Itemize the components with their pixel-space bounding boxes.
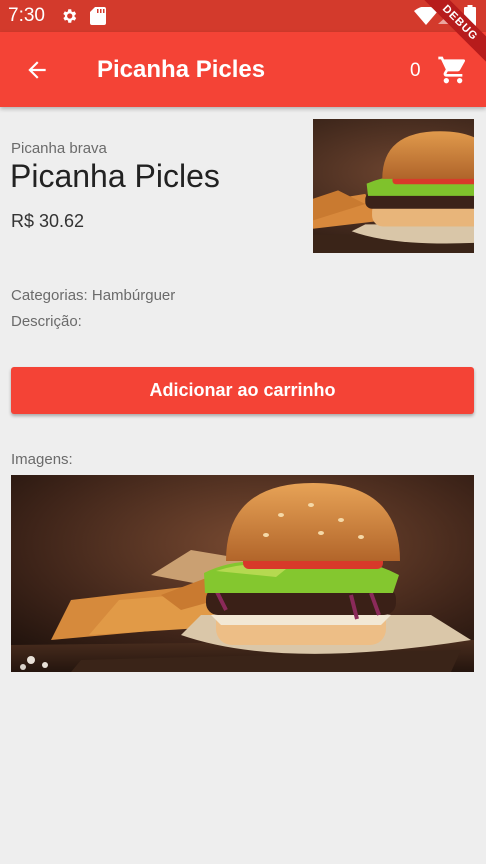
burger-photo-thumb: [313, 119, 474, 253]
app-bar: Picanha Picles 0: [0, 32, 486, 107]
product-subtitle: Picanha brava: [11, 140, 107, 157]
cart-count: 0: [410, 60, 421, 81]
add-to-cart-button[interactable]: Adicionar ao carrinho: [11, 367, 474, 414]
product-price: R$ 30.62: [11, 211, 85, 231]
status-bar: 7:30: [0, 0, 486, 32]
gallery-label: Imagens:: [11, 451, 73, 468]
shopping-cart-icon[interactable]: [437, 54, 469, 86]
page-title: Picanha Picles: [97, 56, 266, 83]
product-categories: Categorias: Hambúrguer: [11, 287, 176, 304]
product-description: Descrição:: [11, 313, 82, 330]
gallery-image[interactable]: [11, 475, 474, 672]
product-name: Picanha Picles: [10, 158, 220, 194]
product-thumbnail[interactable]: [313, 119, 474, 253]
gear-icon: [63, 9, 77, 23]
status-time: 7:30: [8, 5, 45, 26]
arrow-back-icon[interactable]: [24, 57, 50, 83]
burger-photo-large: [11, 475, 474, 672]
sd-card-icon: [90, 7, 106, 25]
